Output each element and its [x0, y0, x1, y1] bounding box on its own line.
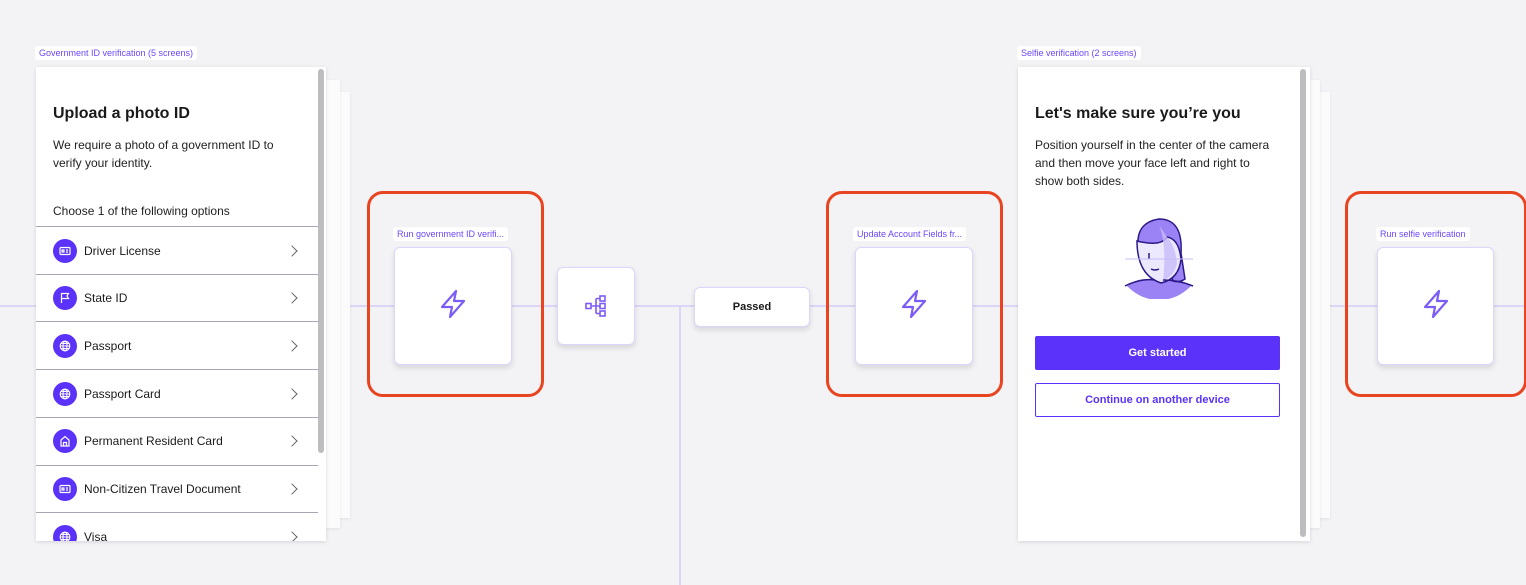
branch-connector-line — [679, 305, 681, 585]
lightning-icon — [1422, 289, 1450, 324]
id-option-non-citizen-travel-document[interactable]: Non-Citizen Travel Document — [36, 464, 318, 513]
globe-icon — [53, 524, 77, 541]
screen-title: Upload a photo ID — [53, 105, 190, 122]
id-option-visa[interactable]: Visa — [36, 512, 318, 541]
option-label: Passport — [84, 338, 132, 353]
action-node-tag: Update Account Fields fr... — [853, 227, 967, 241]
description-line: Position yourself in the center of the c… — [1035, 138, 1270, 152]
scrollbar[interactable] — [1300, 69, 1306, 537]
option-label: Permanent Resident Card — [84, 434, 223, 449]
continue-on-another-device-button[interactable]: Continue on another device — [1035, 383, 1280, 417]
option-label: Passport Card — [84, 386, 161, 401]
globe-icon — [53, 381, 77, 406]
gov-id-screen-tag: Government ID verification (5 screens) — [35, 46, 198, 60]
home-icon — [53, 429, 77, 454]
passed-branch-label[interactable]: Passed — [694, 287, 810, 327]
option-label: Non-Citizen Travel Document — [84, 482, 241, 496]
id-option-passport-card[interactable]: Passport Card — [36, 369, 318, 417]
chevron-right-icon — [286, 483, 298, 495]
id-option-passport[interactable]: Passport — [36, 321, 318, 369]
id-card-icon — [53, 477, 77, 501]
chevron-right-icon — [286, 531, 298, 541]
gov-id-screen[interactable]: Upload a photo ID We require a photo of … — [36, 67, 326, 541]
option-label: Visa — [84, 529, 108, 541]
id-card-icon — [53, 238, 77, 263]
id-option-driver-license[interactable]: Driver License — [36, 226, 318, 274]
lightning-icon — [900, 289, 928, 324]
screen-title: Let's make sure you’re you — [1035, 105, 1241, 122]
chevron-right-icon — [286, 340, 298, 352]
chevron-right-icon — [286, 292, 298, 304]
flag-icon — [53, 286, 77, 311]
selfie-screen[interactable]: Let's make sure you’re you Position your… — [1018, 67, 1310, 541]
get-started-button[interactable]: Get started — [1035, 336, 1280, 370]
id-option-permanent-resident-card[interactable]: Permanent Resident Card — [36, 416, 318, 465]
chevron-right-icon — [286, 244, 298, 257]
scrollbar[interactable] — [318, 69, 324, 453]
selfie-screen-tag: Selfie verification (2 screens) — [1017, 46, 1141, 60]
chevron-right-icon — [286, 387, 298, 400]
id-option-state-id[interactable]: State ID — [36, 273, 318, 322]
description-line: We require a photo of a government ID to — [53, 138, 274, 152]
branch-icon — [585, 295, 606, 317]
branch-node[interactable] — [557, 267, 635, 345]
action-node-tag: Run selfie verification — [1376, 227, 1470, 241]
options-prompt: Choose 1 of the following options — [53, 204, 230, 218]
description-line: verify your identity. — [53, 156, 153, 170]
lightning-icon — [439, 289, 467, 324]
option-label: Driver License — [84, 243, 161, 258]
action-node-gov-id[interactable] — [394, 247, 512, 365]
globe-icon — [53, 333, 77, 358]
action-node-selfie[interactable] — [1377, 247, 1494, 365]
description-line: and then move your face left and right t… — [1035, 156, 1250, 170]
face-illustration — [1124, 218, 1194, 299]
action-node-update-fields[interactable] — [855, 247, 973, 365]
option-label: State ID — [84, 291, 128, 306]
chevron-right-icon — [286, 435, 298, 447]
description-line: show both sides. — [1035, 174, 1125, 188]
action-node-tag: Run government ID verifi... — [393, 227, 509, 241]
